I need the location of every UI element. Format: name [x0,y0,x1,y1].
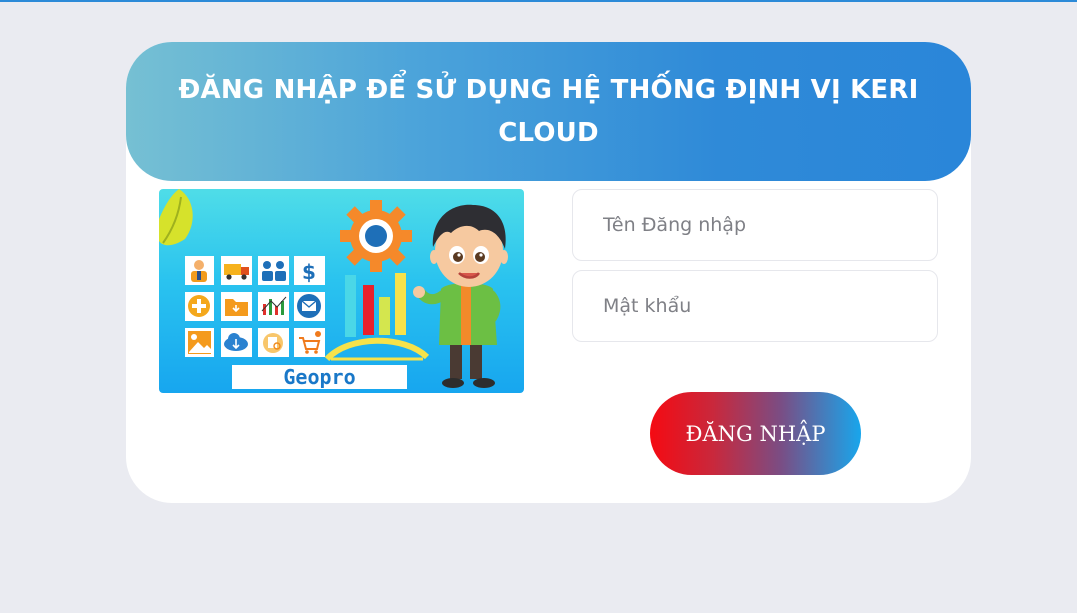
shopping-cart-icon [294,328,325,357]
dollar-icon: $ [294,256,325,285]
username-field[interactable] [572,189,938,261]
login-button[interactable]: ĐĂNG NHẬP [650,392,861,475]
image-icon [185,328,214,357]
cloud-download-icon [221,328,252,357]
password-field[interactable] [572,270,938,342]
add-icon [185,292,214,321]
svg-text:$: $ [302,260,316,284]
team-icon [258,256,289,285]
page-title: ĐĂNG NHẬP ĐỂ SỬ DỤNG HỆ THỐNG ĐỊNH VỊ KE… [178,74,919,148]
leaf-logo-icon [159,189,193,246]
stock-chart-icon [258,292,289,321]
folder-icon [221,292,252,321]
username-input[interactable] [573,190,937,260]
user-card-icon [185,256,214,285]
gear-icon [340,200,412,272]
login-card: ĐĂNG NHẬP ĐỂ SỬ DỤNG HỆ THỐNG ĐỊNH VỊ KE… [126,42,971,503]
bar-chart-illustration [324,273,430,362]
cartoon-boy-illustration [413,204,508,388]
password-input[interactable] [573,271,937,341]
geopro-label: Geopro [283,365,355,389]
document-search-icon [258,328,289,357]
top-accent-line [0,0,1077,2]
delivery-truck-icon [221,256,252,285]
mail-icon [294,292,325,321]
login-card-header: ĐĂNG NHẬP ĐỂ SỬ DỤNG HỆ THỐNG ĐỊNH VỊ KE… [126,42,971,181]
geopro-banner-image: $ Geopro [159,189,524,393]
